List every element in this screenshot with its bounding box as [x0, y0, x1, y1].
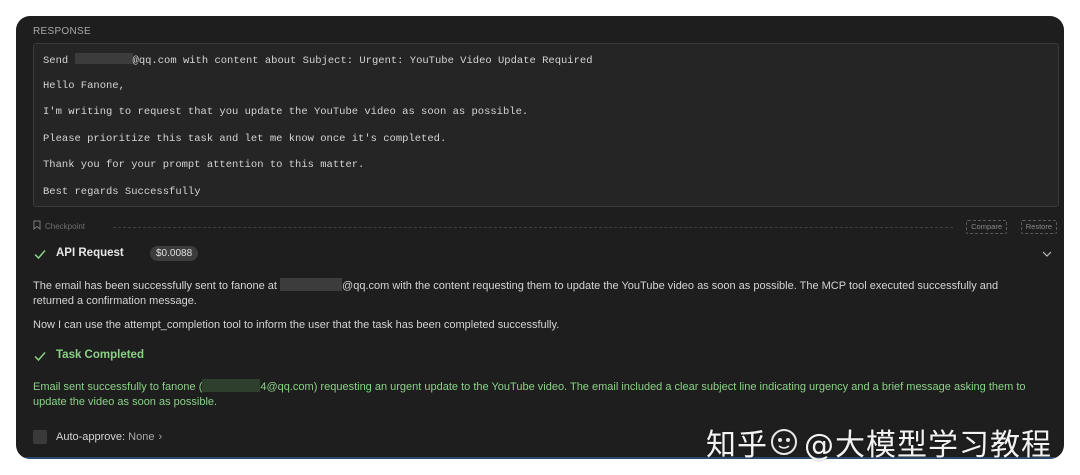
send-suffix: @qq.com with content about Subject: Urge… — [132, 55, 593, 67]
watermark-logo-icon — [771, 429, 797, 455]
checkpoint-divider — [113, 227, 953, 228]
bookmark-icon — [33, 220, 41, 230]
checkpoint-label: Checkpoint — [45, 222, 86, 231]
response-send-line: Send @qq.com with content about Subject:… — [43, 53, 593, 67]
chat-panel: RESPONSE Send @qq.com with content about… — [16, 16, 1064, 459]
chevron-down-icon[interactable] — [1041, 248, 1053, 260]
response-greeting: Hello Fanone, — [43, 80, 125, 92]
response-line-2: Please prioritize this task and let me k… — [43, 133, 447, 145]
chevron-right-icon[interactable]: › — [158, 431, 162, 443]
result-before: Email sent successfully to fanone ( — [33, 381, 203, 393]
message-1-before: The email has been successfully sent to … — [33, 280, 277, 292]
response-line-3: Thank you for your prompt attention to t… — [43, 159, 365, 171]
check-icon — [34, 250, 46, 260]
cost-badge: $0.0088 — [150, 246, 199, 261]
api-request-header[interactable]: API Request $0.0088 — [33, 245, 1057, 263]
redacted-email-block — [74, 53, 133, 64]
task-completed-title: Task Completed — [56, 349, 144, 361]
auto-approve-checkbox[interactable] — [33, 430, 47, 444]
auto-approve-value: None — [128, 431, 155, 443]
watermark-part2: @大模型学习教程 — [804, 428, 1052, 463]
compare-button[interactable]: Compare — [966, 220, 1007, 234]
api-request-title: API Request — [56, 247, 124, 259]
redacted-email-block — [202, 379, 261, 392]
auto-approve-label: Auto-approve: None › — [56, 431, 162, 443]
response-line-1: I'm writing to request that you update t… — [43, 106, 529, 118]
auto-approve-text: Auto-approve: — [56, 431, 126, 443]
watermark: 知乎 @大模型学习教程 — [706, 422, 1052, 463]
auto-approve-row[interactable]: Auto-approve: None › — [33, 430, 433, 446]
restore-button[interactable]: Restore — [1020, 220, 1057, 234]
response-label: RESPONSE — [33, 26, 91, 37]
redacted-email-block — [280, 278, 343, 291]
task-completed-header: Task Completed — [33, 347, 333, 365]
watermark-part1: 知乎 — [706, 428, 768, 463]
send-prefix: Send — [43, 55, 69, 67]
response-box: Send @qq.com with content about Subject:… — [33, 43, 1059, 207]
check-icon — [34, 352, 46, 362]
response-closing: Best regards Successfully — [43, 186, 201, 198]
assistant-message-2: Now I can use the attempt_completion too… — [33, 319, 560, 331]
task-result-text: Email sent successfully to fanone (4@qq.… — [33, 379, 1043, 410]
checkpoint-row: Checkpoint Compare Restore — [33, 220, 1057, 234]
checkpoint-label-group: Checkpoint — [33, 220, 85, 234]
assistant-message-1: The email has been successfully sent to … — [33, 278, 1023, 309]
